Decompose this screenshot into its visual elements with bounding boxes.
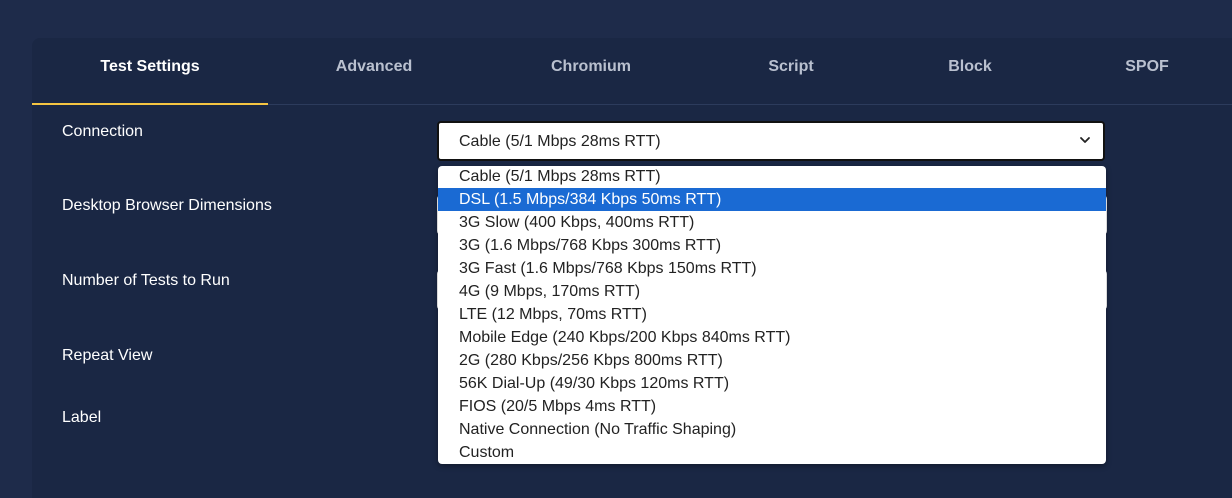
connection-option[interactable]: 2G (280 Kbps/256 Kbps 800ms RTT) [438, 349, 1106, 372]
tab-block[interactable]: Block [880, 38, 1060, 104]
connection-option[interactable]: 3G Slow (400 Kbps, 400ms RTT) [438, 211, 1106, 234]
chevron-down-icon [1080, 137, 1090, 143]
settings-panel: Test Settings Advanced Chromium Script B… [32, 38, 1232, 498]
repeat-view-label: Repeat View [62, 347, 153, 364]
connection-option-highlighted[interactable]: DSL (1.5 Mbps/384 Kbps 50ms RTT) [438, 188, 1106, 211]
connection-option[interactable]: Cable (5/1 Mbps 28ms RTT) [438, 166, 1106, 188]
connection-option[interactable]: 56K Dial-Up (49/30 Kbps 120ms RTT) [438, 372, 1106, 395]
connection-option[interactable]: 4G (9 Mbps, 170ms RTT) [438, 280, 1106, 303]
tab-advanced[interactable]: Advanced [268, 38, 480, 104]
tab-script[interactable]: Script [702, 38, 880, 104]
connection-option[interactable]: LTE (12 Mbps, 70ms RTT) [438, 303, 1106, 326]
connection-select-value: Cable (5/1 Mbps 28ms RTT) [459, 133, 661, 150]
connection-option[interactable]: Custom [438, 441, 1106, 464]
tab-chromium[interactable]: Chromium [480, 38, 702, 104]
label-field-label: Label [62, 409, 102, 426]
tab-bar: Test Settings Advanced Chromium Script B… [32, 38, 1232, 105]
tab-test-settings[interactable]: Test Settings [32, 38, 268, 105]
connection-option[interactable]: Mobile Edge (240 Kbps/200 Kbps 840ms RTT… [438, 326, 1106, 349]
connection-option[interactable]: 3G (1.6 Mbps/768 Kbps 300ms RTT) [438, 234, 1106, 257]
connection-option[interactable]: FIOS (20/5 Mbps 4ms RTT) [438, 395, 1106, 418]
desktop-dimensions-label: Desktop Browser Dimensions [62, 197, 272, 214]
connection-select[interactable]: Cable (5/1 Mbps 28ms RTT) [437, 121, 1105, 161]
num-tests-label: Number of Tests to Run [62, 272, 230, 289]
connection-dropdown-list: Cable (5/1 Mbps 28ms RTT) DSL (1.5 Mbps/… [438, 166, 1106, 464]
tab-spof[interactable]: SPOF [1060, 38, 1232, 104]
connection-option[interactable]: Native Connection (No Traffic Shaping) [438, 418, 1106, 441]
connection-option[interactable]: 3G Fast (1.6 Mbps/768 Kbps 150ms RTT) [438, 257, 1106, 280]
connection-label: Connection [62, 123, 143, 140]
